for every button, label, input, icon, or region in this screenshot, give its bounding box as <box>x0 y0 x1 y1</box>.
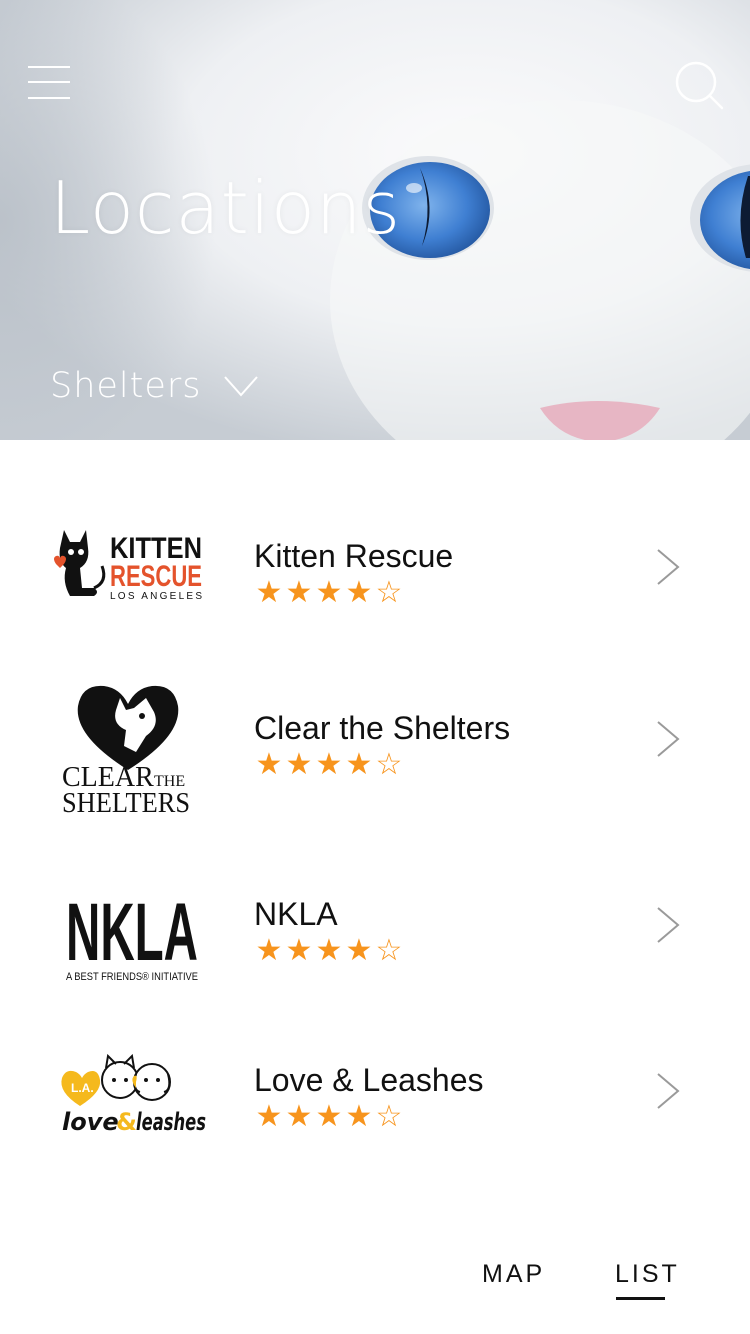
shelter-name: NKLA <box>254 896 338 932</box>
clear-the-shelters-logo: CLEAR THE SHELTERS <box>62 685 190 816</box>
love-and-leashes-logo-amp: & <box>116 1108 137 1136</box>
rating-stars: ★ ★ ★ ★ ☆ <box>254 578 404 608</box>
love-and-leashes-logo-badge: L.A. <box>71 1081 94 1095</box>
love-and-leashes-logo-word1: love <box>62 1108 119 1136</box>
star-filled-icon: ★ <box>315 575 343 610</box>
active-tab-indicator <box>616 1297 665 1300</box>
shelter-row-kitten-rescue[interactable]: KITTEN RESCUE LOS ANGELES Kitten Rescue … <box>0 492 750 642</box>
page-title: Locations <box>50 166 402 250</box>
star-empty-icon: ☆ <box>375 933 403 968</box>
shelter-row-nkla[interactable]: NKLA A BEST FRIENDS® INITIATIVE NKLA ★ ★ ★… <box>0 850 750 1000</box>
kitten-rescue-logo-line2: RESCUE <box>110 560 202 593</box>
star-empty-icon: ☆ <box>375 747 403 782</box>
star-filled-icon: ★ <box>315 1099 343 1134</box>
shelter-name: Love & Leashes <box>254 1062 484 1098</box>
tab-map[interactable]: MAP <box>482 1260 545 1289</box>
chevron-right-icon <box>657 907 680 943</box>
kitten-rescue-logo: KITTEN RESCUE LOS ANGELES <box>54 530 202 602</box>
rating-stars: ★ ★ ★ ★ ☆ <box>254 1102 404 1132</box>
menu-line <box>28 97 70 99</box>
hamburger-menu-icon[interactable] <box>28 64 72 102</box>
chevron-down-icon <box>223 376 258 397</box>
shelter-name: Clear the Shelters <box>254 710 511 746</box>
star-filled-icon: ★ <box>285 933 313 968</box>
view-toggle-tabs: MAP LIST <box>0 1250 750 1310</box>
chevron-right-icon <box>657 1073 680 1109</box>
kitten-rescue-logo-line3: LOS ANGELES <box>110 591 202 602</box>
star-empty-icon: ☆ <box>375 575 403 610</box>
menu-line <box>28 66 70 68</box>
star-filled-icon: ★ <box>255 1099 283 1134</box>
star-filled-icon: ★ <box>345 1099 373 1134</box>
menu-line <box>28 81 70 83</box>
star-filled-icon: ★ <box>345 575 373 610</box>
star-filled-icon: ★ <box>285 575 313 610</box>
chevron-right-icon <box>657 721 680 757</box>
love-and-leashes-logo-word2: leashes <box>136 1108 206 1136</box>
nkla-logo-wordmark: NKLA <box>66 887 198 978</box>
clear-the-shelters-logo-line2: SHELTERS <box>62 788 190 816</box>
search-icon[interactable] <box>672 58 726 112</box>
chevron-right-icon <box>657 549 680 585</box>
star-filled-icon: ★ <box>255 575 283 610</box>
category-dropdown[interactable]: Shelters <box>50 362 258 410</box>
rating-stars: ★ ★ ★ ★ ☆ <box>254 750 404 780</box>
star-filled-icon: ★ <box>285 1099 313 1134</box>
star-filled-icon: ★ <box>315 747 343 782</box>
star-empty-icon: ☆ <box>375 1099 403 1134</box>
star-filled-icon: ★ <box>345 747 373 782</box>
star-filled-icon: ★ <box>255 933 283 968</box>
star-filled-icon: ★ <box>255 747 283 782</box>
tab-list[interactable]: LIST <box>615 1260 680 1289</box>
love-and-leashes-logo: L.A. love & leashes <box>61 1054 206 1136</box>
hero-header: Locations Shelters <box>0 0 750 440</box>
nkla-logo: NKLA A BEST FRIENDS® INITIATIVE <box>66 887 198 983</box>
star-filled-icon: ★ <box>315 933 343 968</box>
nkla-logo-tagline: A BEST FRIENDS® INITIATIVE <box>66 971 198 983</box>
star-filled-icon: ★ <box>285 747 313 782</box>
star-filled-icon: ★ <box>345 933 373 968</box>
category-selected-value: Shelters <box>50 366 202 406</box>
shelter-row-clear-the-shelters[interactable]: CLEAR THE SHELTERS Clear the Shelters ★ ★… <box>0 664 750 816</box>
shelter-name: Kitten Rescue <box>254 538 454 574</box>
shelter-row-love-and-leashes[interactable]: L.A. love & leashes Love & Leashes ★ ★ ★ ★ ☆ <box>0 1016 750 1166</box>
rating-stars: ★ ★ ★ ★ ☆ <box>254 936 404 966</box>
